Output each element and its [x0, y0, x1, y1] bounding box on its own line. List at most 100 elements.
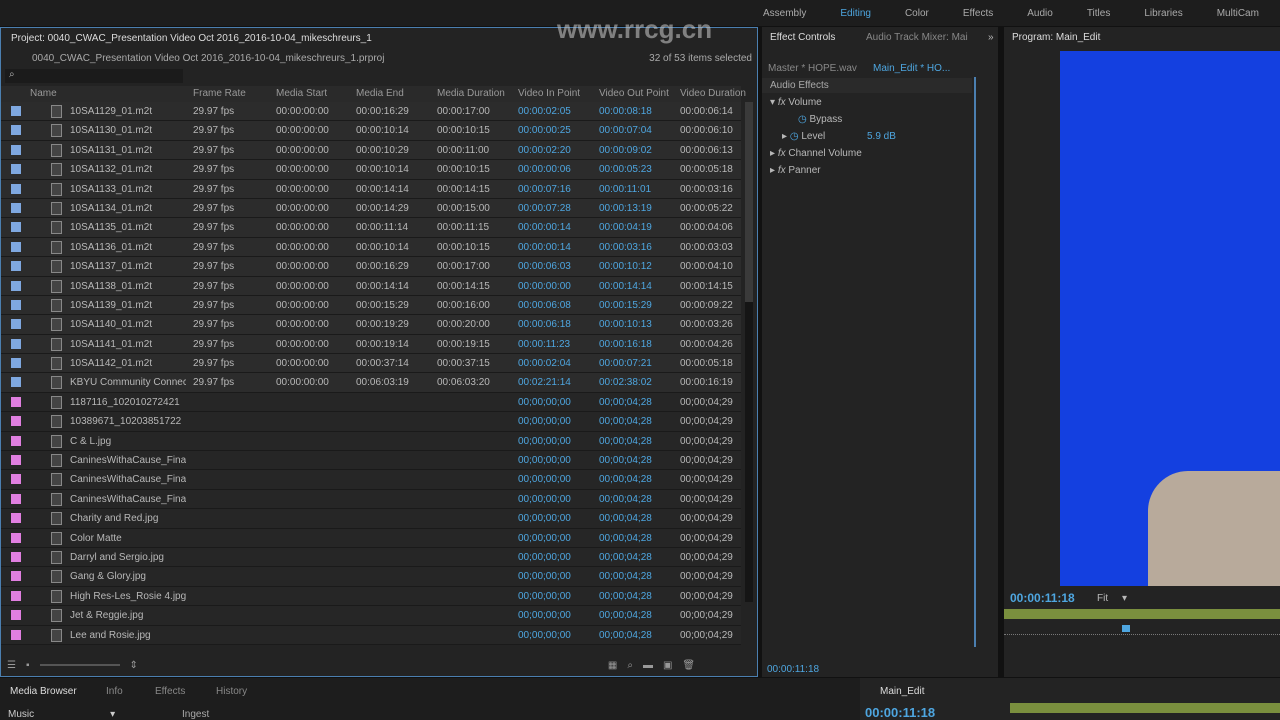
cell-video-in-point[interactable]: 00:02:21:14 [518, 377, 571, 388]
cell-video-out-point[interactable]: 00:00:15:29 [599, 300, 652, 311]
label-color-swatch[interactable] [11, 571, 21, 582]
cell-video-out-point[interactable]: 00;00;04;28 [599, 610, 652, 621]
cell-video-out-point[interactable]: 00:00:13:19 [599, 203, 652, 214]
table-row[interactable]: Charity and Red.jpg 00;00;00;00 00;00;04;2… [1, 509, 741, 529]
label-color-swatch[interactable] [11, 202, 21, 213]
cell-video-in-point[interactable]: 00;00;00;00 [518, 630, 571, 641]
label-color-swatch[interactable] [11, 358, 21, 369]
table-row[interactable]: 10SA1132_01.m2t 29.97 fps 00:00:00:00 00:00… [1, 160, 741, 180]
column-header-video-out-point[interactable]: Video Out Point [599, 88, 669, 99]
cell-video-in-point[interactable]: 00;00;00;00 [518, 571, 571, 582]
column-header-media-end[interactable]: Media End [356, 88, 404, 99]
table-row[interactable]: 10SA1139_01.m2t 29.97 fps 00:00:00:00 00:00… [1, 295, 741, 316]
cell-video-in-point[interactable]: 00:00:07:16 [518, 184, 571, 195]
cell-video-out-point[interactable]: 00;00;04;28 [599, 416, 652, 427]
cell-video-in-point[interactable]: 00:00:06:08 [518, 300, 571, 311]
cell-video-in-point[interactable]: 00;00;00;00 [518, 591, 571, 602]
table-row[interactable]: 10SA1140_01.m2t 29.97 fps 00:00:00:00 00:00… [1, 315, 741, 335]
program-title[interactable]: Program: Main_Edit [1012, 32, 1100, 43]
cell-video-out-point[interactable]: 00:00:04:19 [599, 222, 652, 233]
table-row[interactable]: Jet & Reggie.jpg 00;00;00;00 00;00;04;28 00… [1, 606, 741, 626]
timeline-timecode[interactable]: 00:00:11:18 [865, 705, 935, 720]
tab-effect-controls[interactable]: Effect Controls [770, 32, 835, 43]
tab-audio-track-mixer[interactable]: Audio Track Mixer: Mai [866, 32, 968, 43]
label-color-swatch[interactable] [11, 513, 21, 524]
cell-video-out-point[interactable]: 00;00;04;28 [599, 494, 652, 505]
cell-video-out-point[interactable]: 00:00:16:18 [599, 339, 652, 350]
label-color-swatch[interactable] [11, 144, 21, 155]
master-clip[interactable]: Master * HOPE.wav [768, 63, 857, 74]
tab-history[interactable]: History [216, 686, 247, 697]
table-row[interactable]: High Res-Les_Rosie 4.jpg 00;00;00;00 00;00… [1, 586, 741, 607]
table-row[interactable]: 10SA1135_01.m2t 29.97 fps 00:00:00:00 00:00… [1, 218, 741, 238]
cell-video-out-point[interactable]: 00;00;04;28 [599, 571, 652, 582]
column-header-media-duration[interactable]: Media Duration [437, 88, 505, 99]
label-color-swatch[interactable] [11, 222, 21, 233]
cell-video-in-point[interactable]: 00;00;00;00 [518, 533, 571, 544]
label-color-swatch[interactable] [11, 416, 21, 427]
project-title[interactable]: Project: 0040_CWAC_Presentation Video Oc… [11, 33, 372, 44]
icon-view-icon[interactable]: ▪ [26, 660, 30, 671]
table-row[interactable]: CaninesWithaCause_Final. 00;00;00;00 00;00… [1, 489, 741, 510]
label-color-swatch[interactable] [11, 338, 21, 349]
cell-video-in-point[interactable]: 00:00:00:25 [518, 125, 571, 136]
location-dropdown[interactable]: Music ▾ [8, 709, 115, 720]
label-color-swatch[interactable] [11, 106, 21, 116]
cell-video-in-point[interactable]: 00:00:00:06 [518, 164, 571, 175]
label-color-swatch[interactable] [11, 241, 21, 252]
label-color-swatch[interactable] [11, 261, 21, 272]
stopwatch-icon[interactable]: ◷ [790, 131, 799, 142]
workspace-tab-multicam[interactable]: MultiCam [1217, 8, 1259, 19]
cell-video-in-point[interactable]: 00;00;00;00 [518, 513, 571, 524]
cell-video-in-point[interactable]: 00;00;00;00 [518, 455, 571, 466]
label-color-swatch[interactable] [11, 455, 21, 466]
cell-video-in-point[interactable]: 00:00:11:23 [518, 339, 570, 350]
zoom-slider[interactable] [39, 664, 120, 666]
label-color-swatch[interactable] [11, 551, 21, 562]
table-row[interactable]: 10SA1131_01.m2t 29.97 fps 00:00:00:00 00:00… [1, 140, 741, 161]
cell-video-out-point[interactable]: 00;00;04;28 [599, 436, 652, 447]
stopwatch-icon[interactable]: ◷ [798, 114, 807, 125]
table-row[interactable]: 10SA1130_01.m2t 29.97 fps 00:00:00:00 00:00… [1, 121, 741, 141]
cell-video-in-point[interactable]: 00;00;00;00 [518, 610, 571, 621]
cell-video-out-point[interactable]: 00:00:09:02 [599, 145, 652, 156]
label-color-swatch[interactable] [11, 629, 21, 640]
cell-video-in-point[interactable]: 00:00:02:05 [518, 106, 571, 117]
cell-video-in-point[interactable]: 00:00:06:03 [518, 261, 571, 272]
label-color-swatch[interactable] [11, 125, 21, 136]
trash-icon[interactable]: 🗑 [682, 660, 695, 671]
cell-video-in-point[interactable]: 00;00;00;00 [518, 436, 571, 447]
work-area-bar[interactable] [1010, 703, 1280, 713]
workspace-tab-libraries[interactable]: Libraries [1144, 8, 1182, 19]
workspace-tab-assembly[interactable]: Assembly [763, 8, 806, 19]
label-color-swatch[interactable] [11, 590, 21, 601]
cell-video-in-point[interactable]: 00;00;00;00 [518, 494, 571, 505]
table-row[interactable]: 10SA1138_01.m2t 29.97 fps 00:00:00:00 00:00… [1, 276, 741, 296]
workspace-tab-titles[interactable]: Titles [1087, 8, 1111, 19]
new-item-icon[interactable]: ▣ [663, 660, 672, 671]
ingest-checkbox[interactable]: Ingest [182, 709, 209, 720]
workspace-tab-editing[interactable]: Editing [840, 8, 871, 19]
cell-video-out-point[interactable]: 00;00;04;28 [599, 533, 652, 544]
tab-effects[interactable]: Effects [155, 686, 185, 697]
cell-video-in-point[interactable]: 00:00:02:20 [518, 145, 571, 156]
table-row[interactable]: 10SA1133_01.m2t 29.97 fps 00:00:00:00 00:00… [1, 179, 741, 199]
param-level[interactable]: ▸ ◷ Level [782, 131, 825, 142]
effect-volume[interactable]: ▾ fx Volume [770, 97, 822, 108]
cell-video-out-point[interactable]: 00:00:11:01 [599, 184, 651, 195]
table-row[interactable]: 1187116_102010272421 00;00;00;00 00;00;04;… [1, 392, 741, 413]
overflow-icon[interactable]: » [988, 32, 994, 43]
table-row[interactable]: 10SA1134_01.m2t 29.97 fps 00:00:00:00 00:00… [1, 198, 741, 219]
cell-video-out-point[interactable]: 00;00;04;28 [599, 591, 652, 602]
cell-video-out-point[interactable]: 00;00;04;28 [599, 455, 652, 466]
effect-panner[interactable]: ▸ fx Panner [770, 165, 821, 176]
sequence-clip[interactable]: Main_Edit * HO... [873, 63, 950, 74]
table-row[interactable]: 10SA1129_01.m2t 29.97 fps 00:00:00:00 00:00… [1, 102, 741, 122]
label-color-swatch[interactable] [11, 435, 21, 446]
cell-video-in-point[interactable]: 00;00;00;00 [518, 397, 571, 408]
cell-video-out-point[interactable]: 00;00;04;28 [599, 552, 652, 563]
cell-video-out-point[interactable]: 00;00;04;28 [599, 630, 652, 641]
level-value[interactable]: 5.9 dB [867, 131, 896, 142]
cell-video-out-point[interactable]: 00:00:07:21 [599, 358, 652, 369]
label-color-swatch[interactable] [11, 610, 21, 621]
